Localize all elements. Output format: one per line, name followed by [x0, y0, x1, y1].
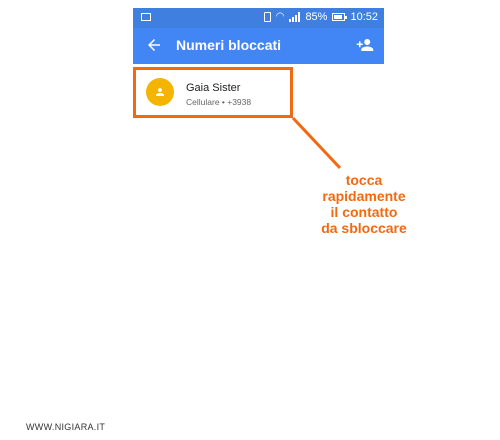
- contact-name: Gaia Sister: [186, 82, 241, 94]
- status-time: 10:52: [350, 11, 378, 23]
- add-person-icon[interactable]: [356, 36, 374, 54]
- page-title: Numeri bloccati: [176, 37, 282, 53]
- blocked-contact-item[interactable]: Gaia Sister Cellulare • +3938: [133, 67, 293, 118]
- battery-percent: 85%: [305, 11, 328, 23]
- wifi-icon: ◠: [275, 11, 285, 22]
- person-icon: [156, 88, 164, 96]
- callout-line-3: il contatto: [330, 204, 398, 220]
- signal-icon: [289, 12, 301, 22]
- footer-site-url: WWW.NIGIARA.IT: [26, 422, 106, 432]
- phone-screen: ◠ 85% 10:52 Numeri bloccati: [133, 8, 384, 298]
- callout-line-4: da sbloccare: [321, 220, 407, 236]
- vibrate-icon: [263, 12, 271, 22]
- callout-text: tocca rapidamente il contatto da sblocca…: [300, 172, 428, 236]
- app-bar: Numeri bloccati: [133, 28, 384, 64]
- status-icons: ◠ 85% 10:52: [263, 11, 378, 23]
- callout-line-2: rapidamente: [322, 188, 406, 204]
- status-bar: ◠ 85% 10:52: [133, 8, 384, 28]
- contact-detail: Cellulare • +3938: [186, 97, 252, 107]
- page: ◠ 85% 10:52 Numeri bloccati Gaia Sister …: [0, 0, 500, 440]
- callout-line-1: tocca: [345, 172, 383, 188]
- image-icon: [141, 13, 151, 21]
- battery-icon: [332, 13, 348, 21]
- arrow-back-icon[interactable]: [145, 36, 163, 54]
- avatar: [146, 78, 174, 106]
